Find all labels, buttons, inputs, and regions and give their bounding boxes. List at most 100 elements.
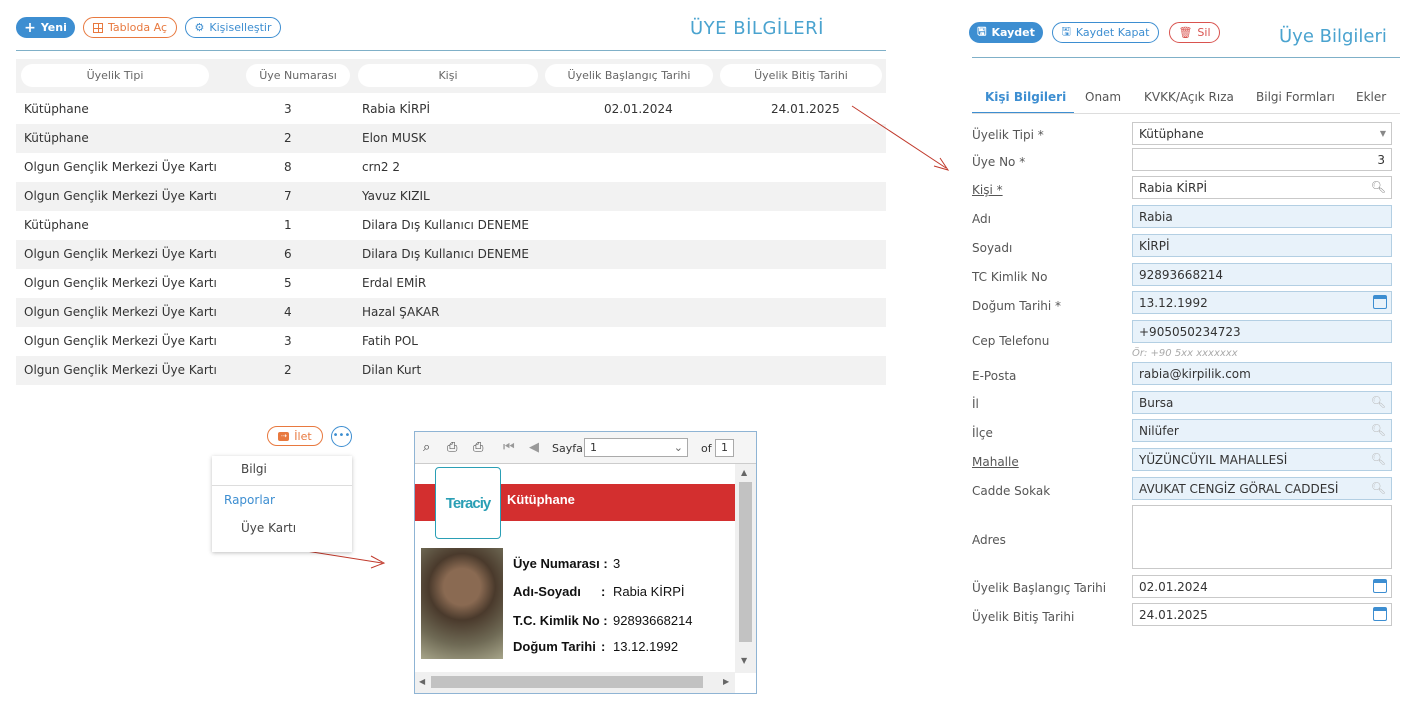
horizontal-scrollbar[interactable]: ◀ ▶ (415, 672, 735, 693)
tab-attachments[interactable]: Ekler (1356, 90, 1386, 104)
scrollbar-thumb[interactable] (739, 482, 752, 642)
card-title: Kütüphane (507, 492, 575, 507)
email-label: E-Posta (972, 369, 1017, 383)
end-date-input[interactable]: 24.01.2025 (1132, 603, 1392, 626)
of-label: of (701, 442, 712, 455)
tc-no-label: TC Kimlik No (972, 270, 1048, 284)
card-field-separator: : (601, 639, 606, 654)
mobile-field: +905050234723 (1132, 320, 1392, 343)
birth-date-field: 13.12.1992 (1132, 291, 1392, 314)
menu-divider (212, 485, 352, 486)
ellipsis-icon: ••• (332, 430, 351, 441)
tc-no-field: 92893668214 (1132, 263, 1392, 286)
caret-down-icon: ▼ (1379, 129, 1386, 138)
forward-icon: ⇢ (278, 431, 290, 441)
print-preview-icon[interactable]: ⎙ (473, 440, 483, 455)
page-label: Sayfa (552, 442, 583, 455)
page-select[interactable]: 1 ⌄ (584, 438, 688, 457)
trash-icon: 🗑 (1178, 26, 1193, 39)
card-field-label: Doğum Tarihi (513, 639, 596, 654)
membership-type-label: Üyelik Tipi * (972, 128, 1044, 142)
scroll-right-icon[interactable]: ▶ (723, 677, 729, 686)
street-field: AVUKAT CENGİZ GÖRAL CADDESİ 🔍︎ (1132, 477, 1392, 500)
search-icon: 🔍︎ (1370, 481, 1386, 495)
search-icon: 🔍︎ (1370, 452, 1386, 466)
card-field-value: Rabia KİRPİ (613, 584, 685, 599)
annotation-arrow-2 (305, 550, 383, 564)
last-name-label: Soyadı (972, 241, 1013, 255)
save-close-button[interactable]: 🖫 Kaydet Kapat (1052, 22, 1159, 43)
card-field-value: 3 (613, 556, 621, 571)
scroll-left-icon[interactable]: ◀ (419, 677, 425, 686)
first-name-field: Rabia (1132, 205, 1392, 228)
tab-consent[interactable]: Onam (1085, 90, 1121, 104)
floppy-icon: 🖫 (1061, 25, 1071, 38)
form-title: Üye Bilgileri (1279, 26, 1387, 47)
address-label: Adres (972, 533, 1006, 547)
person-label[interactable]: Kişi * (972, 183, 1003, 197)
member-no-input[interactable]: 3 (1132, 148, 1392, 171)
annotation-arrowhead (933, 157, 950, 171)
search-icon: 🔍︎ (1370, 423, 1386, 437)
first-name-label: Adı (972, 212, 991, 226)
menu-item-member-card[interactable]: Üye Kartı (241, 521, 296, 535)
divider (972, 57, 1400, 58)
mobile-label: Cep Telefonu (972, 334, 1050, 348)
vertical-scrollbar[interactable]: ▲ ▼ (735, 464, 756, 673)
tab-kvkk[interactable]: KVKK/Açık Rıza (1144, 90, 1234, 104)
email-field: rabia@kirpilik.com (1132, 362, 1392, 385)
floppy-icon: 🖫 (977, 25, 987, 38)
start-date-label: Üyelik Başlangıç Tarihi (972, 581, 1107, 595)
mobile-hint: Ör: +90 5xx xxxxxxx (1132, 348, 1238, 359)
forward-button[interactable]: ⇢ İlet (267, 426, 323, 446)
options-menu: Bilgi Raporlar Üye Kartı (212, 456, 352, 552)
company-logo: Teraciy (435, 467, 501, 539)
street-label: Cadde Sokak (972, 484, 1051, 498)
print-icon[interactable]: ⎙ (447, 440, 457, 455)
viewer-toolbar: ⌕ ⎙ ⎙ ⏮ ◀ Sayfa 1 ⌄ of 1 (415, 432, 756, 464)
calendar-icon[interactable] (1373, 607, 1387, 621)
membership-type-select[interactable]: Kütüphane ▼ (1132, 122, 1392, 145)
total-pages: 1 (715, 439, 734, 457)
member-no-label: Üye No * (972, 155, 1026, 169)
more-options-button[interactable]: ••• (331, 426, 352, 447)
start-date-input[interactable]: 02.01.2024 (1132, 575, 1392, 598)
chevron-down-icon: ⌄ (673, 441, 683, 454)
end-date-label: Üyelik Bitiş Tarihi (972, 610, 1075, 624)
menu-section-reports: Raporlar (224, 493, 275, 507)
last-name-field: KİRPİ (1132, 234, 1392, 257)
district-field: Nilüfer 🔍︎ (1132, 419, 1392, 442)
address-textarea[interactable] (1132, 505, 1392, 569)
scroll-up-icon[interactable]: ▲ (741, 468, 747, 477)
hscrollbar-thumb[interactable] (431, 676, 703, 688)
card-field-label: Adı-Soyadı (513, 584, 581, 599)
district-label: İlçe (972, 426, 993, 440)
card-field-label: T.C. Kimlik No : (513, 613, 608, 628)
previous-page-icon[interactable]: ◀ (529, 440, 539, 455)
tabs-divider (972, 113, 1400, 114)
calendar-icon[interactable] (1373, 295, 1387, 309)
menu-item-info[interactable]: Bilgi (241, 462, 267, 476)
first-page-icon[interactable]: ⏮ (503, 440, 515, 455)
city-field: Bursa 🔍︎ (1132, 391, 1392, 414)
card-field-value: 92893668214 (613, 613, 693, 628)
card-field-value: 13.12.1992 (613, 639, 679, 654)
person-lookup[interactable]: Rabia KİRPİ 🔍︎ (1132, 176, 1392, 199)
card-field-separator: : (601, 584, 606, 599)
annotation-arrow (851, 105, 947, 169)
member-photo (421, 548, 503, 659)
neighborhood-field: YÜZÜNCÜYIL MAHALLESİ 🔍︎ (1132, 448, 1392, 471)
save-button[interactable]: 🖫 Kaydet (969, 22, 1043, 43)
search-icon[interactable]: 🔍︎ (1371, 180, 1386, 194)
scroll-down-icon[interactable]: ▼ (741, 656, 747, 665)
report-viewer: ⌕ ⎙ ⎙ ⏮ ◀ Sayfa 1 ⌄ of 1 Teraciy Kütüpha… (414, 431, 757, 694)
delete-button[interactable]: 🗑 Sil (1169, 22, 1220, 43)
birth-date-label: Doğum Tarihi * (972, 299, 1062, 313)
tab-person-info[interactable]: Kişi Bilgileri (985, 90, 1066, 104)
find-icon[interactable]: ⌕ (423, 440, 430, 455)
calendar-icon[interactable] (1373, 579, 1387, 593)
neighborhood-label[interactable]: Mahalle (972, 455, 1019, 469)
tab-info-forms[interactable]: Bilgi Formları (1256, 90, 1335, 104)
card-field-label: Üye Numarası : (513, 556, 608, 571)
city-label: İl (972, 397, 979, 411)
